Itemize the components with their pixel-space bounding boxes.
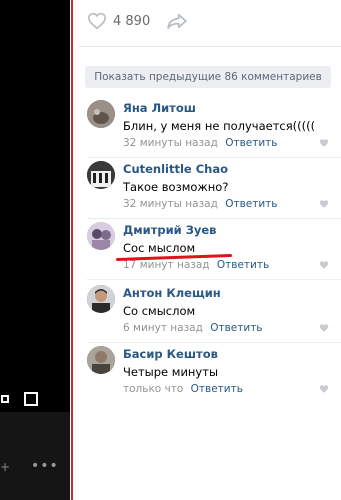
comment-author[interactable]: Басир Кештов bbox=[123, 347, 218, 361]
comment-text: Блин, у меня не получается((((( bbox=[123, 119, 316, 133]
more-options-icon[interactable]: ••• bbox=[31, 458, 59, 474]
comment-item: Cutenlittle Chao Такое возможно? 32 мину… bbox=[87, 161, 341, 219]
comment-text: Четыре минуты bbox=[123, 365, 219, 379]
reply-link[interactable]: Ответить bbox=[225, 198, 277, 210]
avatar[interactable] bbox=[87, 100, 115, 128]
comment-author[interactable]: Яна Литош bbox=[123, 101, 196, 115]
avatar[interactable] bbox=[87, 161, 115, 189]
comment-text: Со смыслом bbox=[123, 304, 196, 318]
add-icon[interactable]: + bbox=[0, 460, 10, 474]
comment-like-icon[interactable] bbox=[319, 138, 329, 148]
video-bottom-bar bbox=[0, 412, 70, 500]
video-frame[interactable] bbox=[0, 0, 70, 412]
comment-meta: 32 минуты назад Ответить bbox=[123, 137, 277, 149]
avatar[interactable] bbox=[87, 346, 115, 374]
comment-time[interactable]: 32 минуты назад bbox=[123, 198, 218, 210]
reply-link[interactable]: Ответить bbox=[210, 322, 262, 334]
comment-like-icon[interactable] bbox=[319, 323, 329, 333]
comment-meta: 6 минут назад Ответить bbox=[123, 322, 263, 334]
video-player[interactable]: + ••• bbox=[0, 0, 70, 500]
comment-time[interactable]: 32 минуты назад bbox=[123, 137, 218, 149]
comment-author[interactable]: Дмитрий Зуев bbox=[123, 223, 216, 237]
show-previous-comments-button[interactable]: Показать предыдущие 86 комментариев bbox=[85, 66, 331, 88]
post-actions: 4 890 bbox=[87, 10, 188, 32]
comment-item: Антон Клещин Со смыслом 6 минут назад От… bbox=[87, 285, 341, 343]
share-icon[interactable] bbox=[166, 13, 188, 29]
comment-author[interactable]: Антон Клещин bbox=[123, 286, 221, 300]
comment-text: Такое возможно? bbox=[123, 180, 229, 194]
comment-time[interactable]: только что bbox=[123, 383, 183, 395]
comment-author[interactable]: Cutenlittle Chao bbox=[123, 162, 228, 176]
reply-link[interactable]: Ответить bbox=[225, 137, 277, 149]
comment-meta: 17 минут назад Ответить bbox=[123, 259, 269, 271]
heart-icon[interactable] bbox=[87, 12, 107, 30]
divider bbox=[87, 218, 341, 219]
divider bbox=[87, 279, 341, 280]
comment-time[interactable]: 17 минут назад bbox=[123, 259, 210, 271]
comment-like-icon[interactable] bbox=[319, 260, 329, 270]
miniplayer-icon[interactable] bbox=[1, 395, 9, 403]
comment-like-icon[interactable] bbox=[319, 384, 329, 394]
comment-time[interactable]: 6 минут назад bbox=[123, 322, 203, 334]
reply-link[interactable]: Ответить bbox=[217, 259, 269, 271]
divider bbox=[87, 157, 341, 158]
comment-item: Дмитрий Зуев Сос мыслом 17 минут назад О… bbox=[87, 222, 341, 280]
comment-meta: только что Ответить bbox=[123, 383, 243, 395]
avatar[interactable] bbox=[87, 222, 115, 250]
reply-link[interactable]: Ответить bbox=[191, 383, 243, 395]
likes-count: 4 890 bbox=[113, 13, 151, 29]
comments-panel: 4 890 Показать предыдущие 86 комментарие… bbox=[73, 0, 341, 500]
divider bbox=[87, 342, 341, 343]
divider bbox=[79, 46, 341, 47]
comment-item: Басир Кештов Четыре минуты только что От… bbox=[87, 346, 331, 404]
fullscreen-icon[interactable] bbox=[24, 392, 38, 406]
comment-text: Сос мыслом bbox=[123, 241, 196, 255]
comment-like-icon[interactable] bbox=[319, 199, 329, 209]
avatar[interactable] bbox=[87, 285, 115, 313]
comment-item: Яна Литош Блин, у меня не получается((((… bbox=[87, 100, 341, 158]
comment-meta: 32 минуты назад Ответить bbox=[123, 198, 277, 210]
